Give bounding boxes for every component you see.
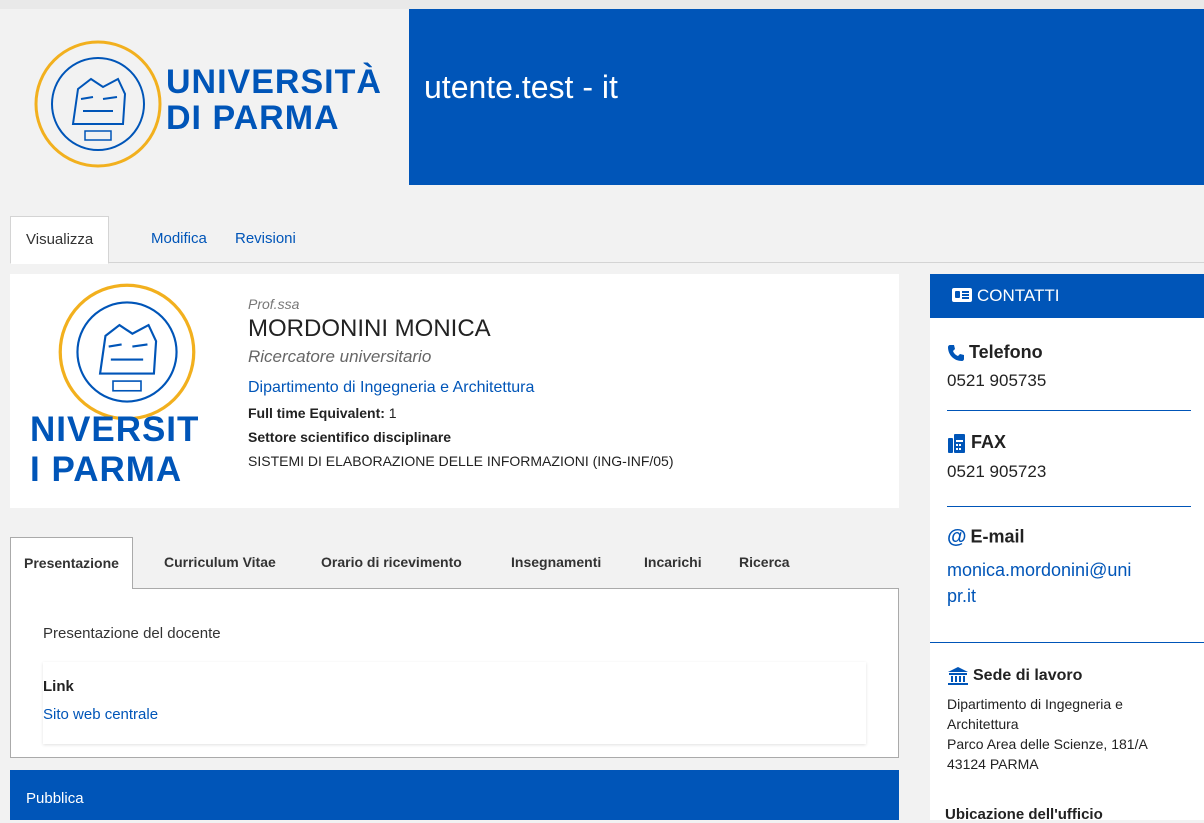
contacts-sidebar: CONTATTI Telefono 0521 905735 FAX 0521 9… — [930, 274, 1204, 823]
profile-card: NIVERSIT I PARMA Prof.ssa MORDONINI MONI… — [10, 274, 899, 508]
fte-label: Full time Equivalent: — [248, 405, 385, 421]
phone-icon — [948, 345, 964, 362]
site-title[interactable]: utente.test - it — [424, 69, 618, 106]
phone-label: Telefono — [947, 342, 1191, 363]
at-icon: @ — [947, 526, 967, 548]
email-block: @ E-mail monica.mordonini@uni pr.it — [947, 526, 1191, 609]
phone-value: 0521 905735 — [947, 371, 1047, 390]
email-label: @ E-mail — [947, 526, 1025, 548]
presentazione-panel: Presentazione del docente Link Sito web … — [10, 589, 899, 758]
tab-presentazione[interactable]: Presentazione — [10, 537, 133, 590]
top-border — [0, 0, 1204, 9]
ubicazione-label: Ubicazione dell'ufficio — [945, 806, 1103, 823]
fte-row: Full time Equivalent: 1 — [248, 405, 674, 421]
sede-address: Dipartimento di Ingegneria e Architettur… — [947, 696, 1148, 772]
profile-info: Prof.ssa MORDONINI MONICA Ricercatore un… — [248, 296, 674, 469]
academic-title: Prof.ssa — [248, 296, 300, 312]
fax-block: FAX 0521 905723 — [947, 432, 1191, 482]
sede-block: Sede di lavoro Dipartimento di Ingegneri… — [947, 666, 1191, 774]
tab-insegnamenti[interactable]: Insegnamenti — [511, 537, 601, 588]
tab-modifica[interactable]: Modifica — [136, 216, 222, 262]
person-role: Ricercatore universitario — [248, 347, 432, 366]
university-seal-logo — [58, 283, 196, 421]
site-header: UNIVERSITÀ DI PARMA utente.test - it — [0, 9, 1204, 185]
sector-label: Settore scientifico disciplinare — [248, 429, 452, 445]
tab-revisioni[interactable]: Revisioni — [220, 216, 311, 262]
fte-value: 1 — [388, 405, 397, 421]
logo-text: UNIVERSITÀ DI PARMA — [166, 63, 382, 137]
fax-value: 0521 905723 — [947, 462, 1047, 482]
sector-value: SISTEMI DI ELABORAZIONE DELLE INFORMAZIO… — [248, 453, 674, 469]
publish-label: Pubblica — [26, 790, 84, 807]
person-name: MORDONINI MONICA — [248, 315, 491, 342]
tab-visualizza[interactable]: Visualizza — [10, 216, 110, 264]
primary-tabs: Visualizza Modifica Revisioni — [10, 216, 1204, 264]
tab-incarichi[interactable]: Incarichi — [644, 537, 702, 588]
separator — [930, 642, 1204, 643]
separator — [947, 410, 1191, 411]
link-box: Link Sito web centrale — [43, 662, 866, 744]
profile-logo: NIVERSIT I PARMA — [10, 274, 235, 508]
profile-logo-text: NIVERSIT I PARMA — [30, 410, 200, 489]
tab-orario-ricevimento[interactable]: Orario di ricevimento — [321, 537, 462, 588]
contacts-title: CONTATTI — [977, 286, 1060, 305]
brand-banner: utente.test - it — [409, 9, 1204, 185]
sede-label: Sede di lavoro — [947, 666, 1191, 686]
tab-curriculum-vitae[interactable]: Curriculum Vitae — [164, 537, 276, 588]
presentation-title: Presentazione del docente — [43, 625, 221, 642]
link-label: Link — [43, 678, 74, 695]
profile-tabs: Presentazione Curriculum Vitae Orario di… — [10, 537, 899, 590]
publish-bar[interactable]: Pubblica — [10, 770, 899, 820]
fax-label: FAX — [947, 432, 1191, 454]
email-link[interactable]: monica.mordonini@uni pr.it — [947, 557, 1191, 609]
department-link[interactable]: Dipartimento di Ingegneria e Architettur… — [248, 379, 674, 397]
central-website-link[interactable]: Sito web centrale — [43, 706, 158, 723]
tab-ricerca[interactable]: Ricerca — [739, 537, 790, 588]
sector-row: Settore scientifico disciplinare — [248, 429, 674, 445]
phone-block: Telefono 0521 905735 — [947, 342, 1191, 391]
university-seal-logo — [34, 40, 162, 168]
logo-link[interactable]: UNIVERSITÀ DI PARMA — [0, 9, 409, 185]
id-card-icon — [952, 288, 972, 302]
building-icon — [948, 667, 968, 685]
separator — [947, 506, 1191, 507]
contacts-header: CONTATTI — [930, 274, 1204, 318]
fax-icon — [948, 434, 965, 454]
